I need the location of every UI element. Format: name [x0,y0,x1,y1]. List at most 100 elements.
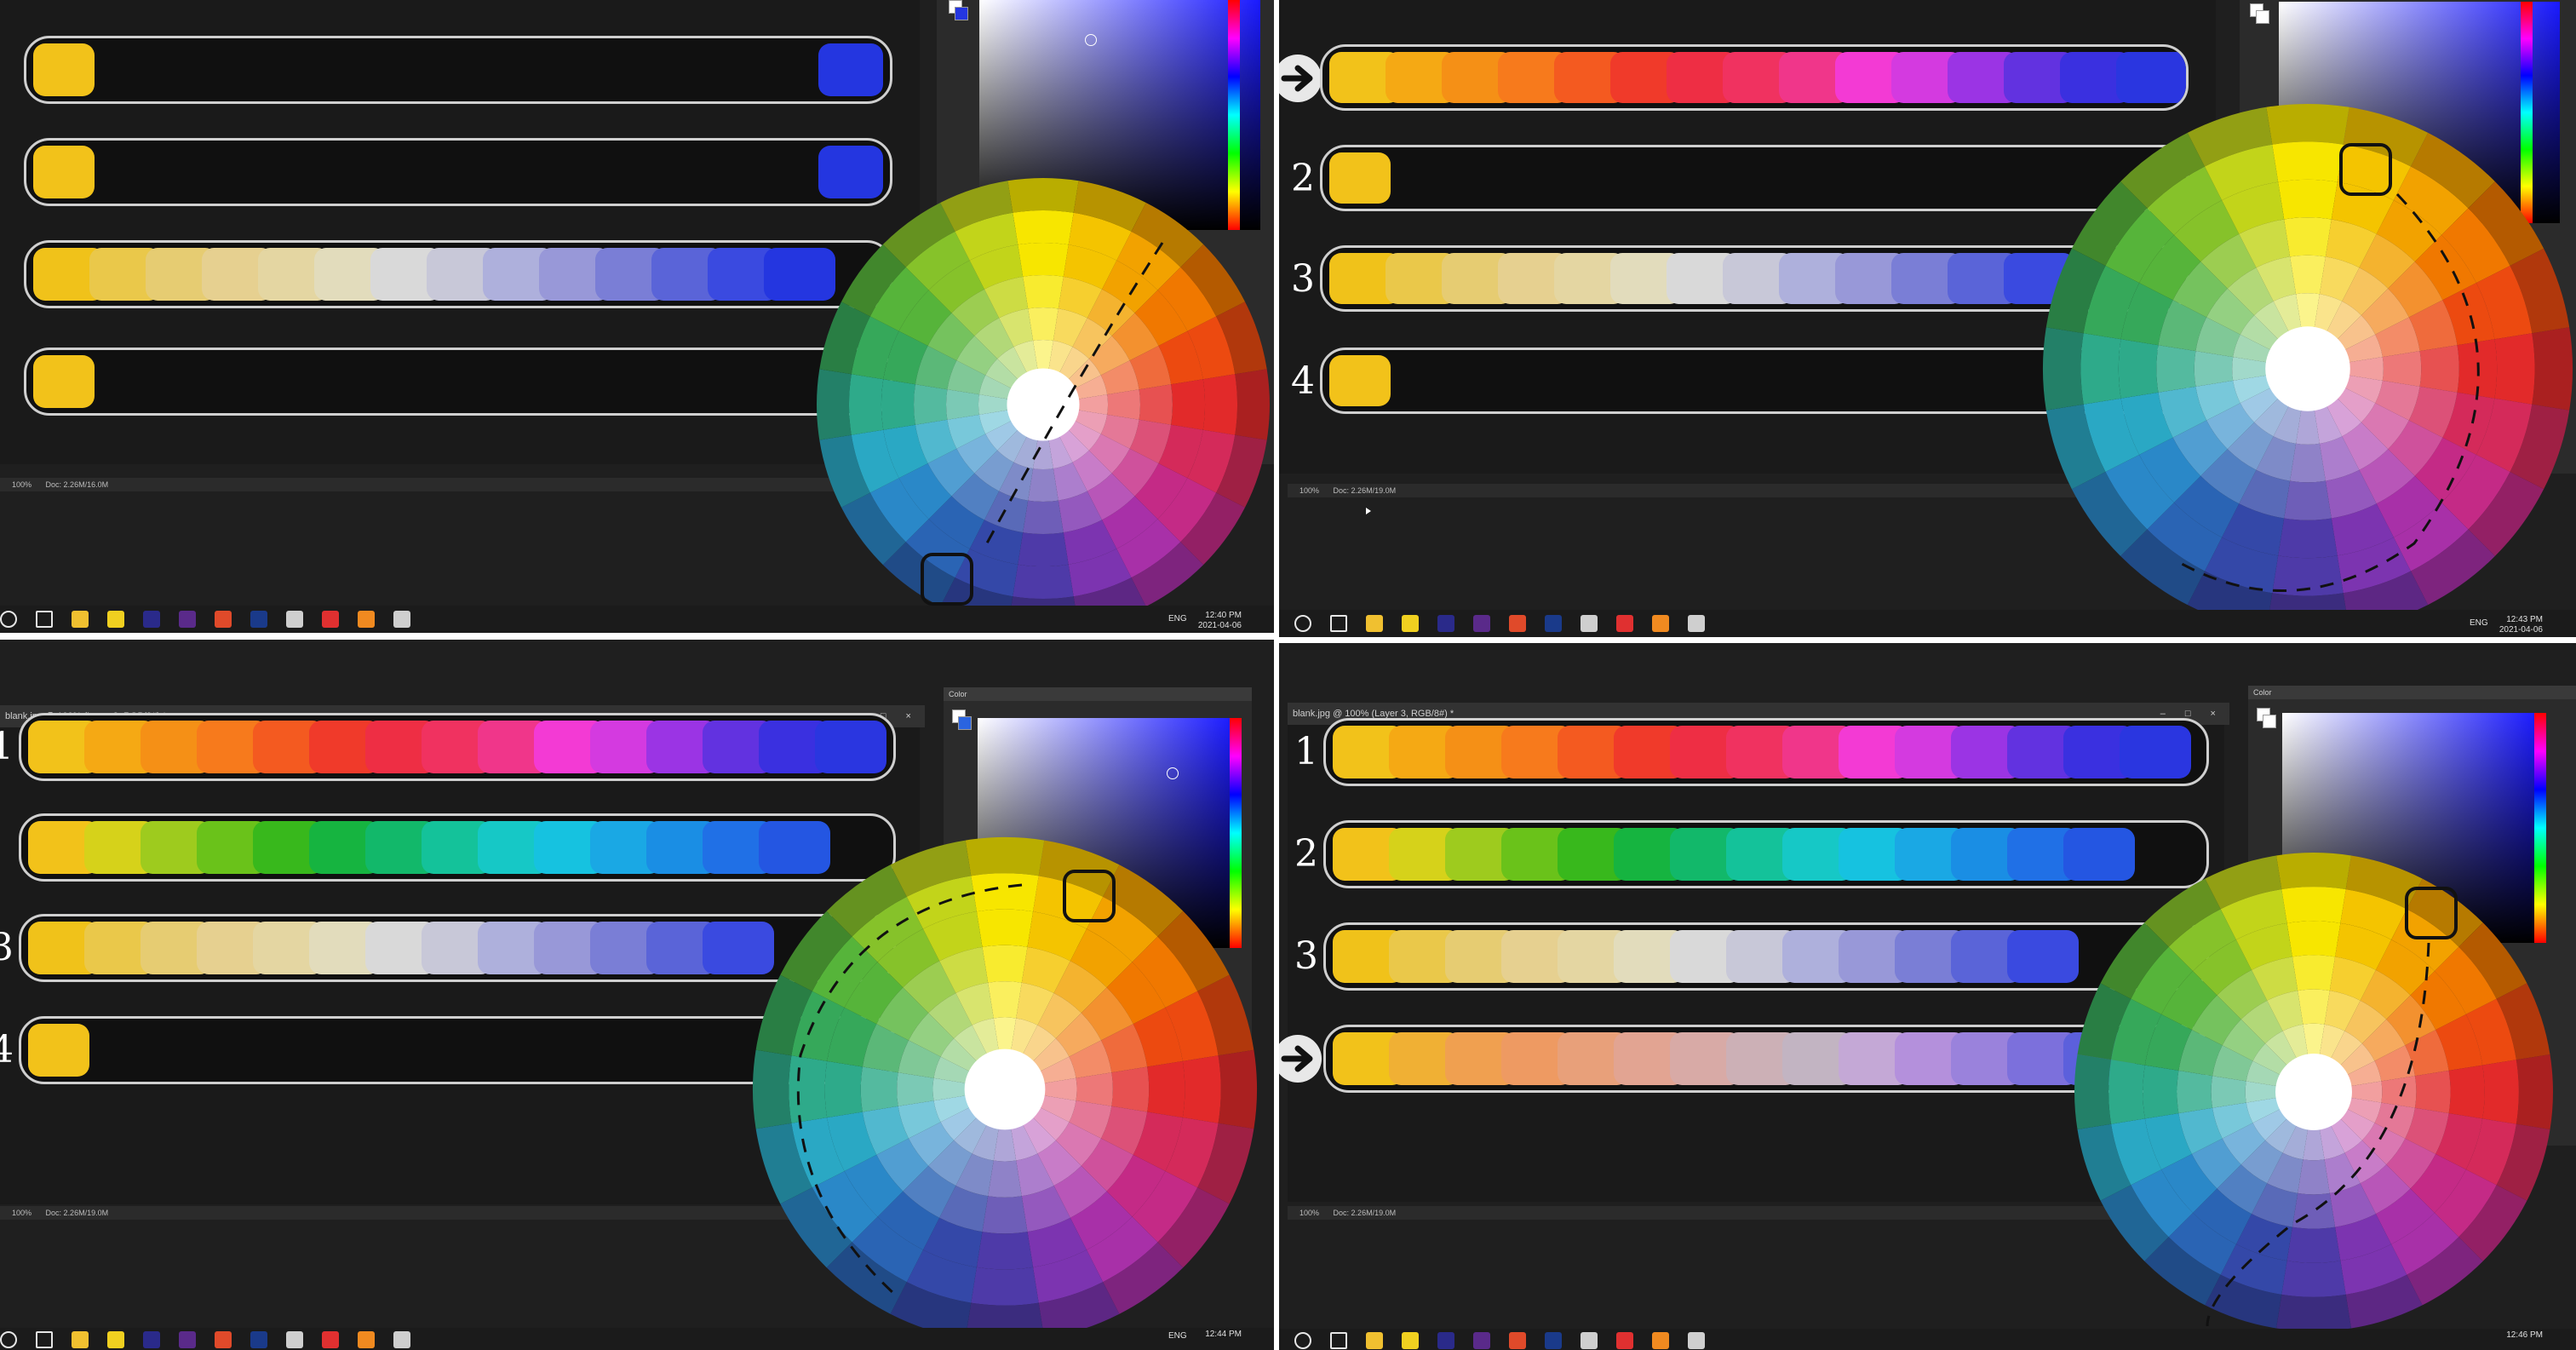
task-view-icon[interactable] [1330,1332,1347,1349]
color-panel-header[interactable]: Color [944,687,1252,701]
paint-stroke-row[interactable] [1323,718,2209,786]
taskbar: ENG 12:43 PM 2021-04-06 [1279,610,2576,637]
file-explorer-icon[interactable] [72,611,89,628]
premiere-icon[interactable] [1473,615,1490,632]
language-indicator[interactable]: ENG [1168,614,1187,623]
search-icon[interactable] [0,1331,17,1348]
doc-size: Doc: 2.26M/19.0M [45,1209,109,1217]
file-explorer-icon[interactable] [1366,1332,1383,1349]
blender-icon[interactable] [1652,1332,1669,1349]
wheel-segment [1147,1060,1185,1118]
chrome-icon[interactable] [1509,615,1526,632]
clock-icon[interactable] [286,1331,303,1348]
premiere-icon[interactable] [179,611,196,628]
wheel-segment [848,374,884,435]
text-tool-icon[interactable] [322,1331,339,1348]
wheel-segment [1139,384,1173,425]
color-picker-handle[interactable] [1085,34,1097,46]
file-explorer-icon[interactable] [72,1331,89,1348]
after-effects-icon[interactable] [1437,1332,1454,1349]
text-tool-icon[interactable] [1616,615,1633,632]
photoshop-icon[interactable] [1545,1332,1562,1349]
search-icon[interactable] [0,611,17,628]
after-effects-icon[interactable] [143,611,160,628]
task-view-icon[interactable] [36,611,53,628]
wheel-segment [2532,327,2573,411]
obs-icon[interactable] [1688,615,1705,632]
wheel-center [964,1048,1046,1130]
obs-icon[interactable] [393,1331,410,1348]
fg-bg-swatch-icon[interactable] [952,709,972,732]
clock-date: 2021-04-06 [2499,625,2543,635]
wheel-segment [2298,1159,2330,1195]
photoshop-icon[interactable] [1545,615,1562,632]
after-effects-icon[interactable] [143,1331,160,1348]
clock-icon[interactable] [286,611,303,628]
search-icon[interactable] [1294,615,1311,632]
row-number-label: 4 [1291,359,1315,403]
taskbar-clock[interactable]: 12:43 PM 2021-04-06 [2495,615,2543,635]
fg-bg-swatch-icon[interactable] [2257,708,2276,730]
paint-stroke-row[interactable] [24,138,892,206]
color-panel-header[interactable]: Color [2248,686,2576,699]
paint-stroke-row[interactable] [24,240,892,308]
premiere-icon[interactable] [179,1331,196,1348]
color-wheel [2074,853,2553,1331]
blender-icon[interactable] [1652,615,1669,632]
wheel-segment [1218,1049,1258,1129]
clock-icon[interactable] [1581,615,1598,632]
chrome-icon[interactable] [215,1331,232,1348]
chrome-icon[interactable] [215,611,232,628]
language-indicator[interactable]: ENG [2470,618,2488,628]
sticky-notes-icon[interactable] [1402,1332,1419,1349]
clock-time: 12:46 PM [2506,1330,2543,1340]
paint-stroke-row[interactable] [24,36,892,104]
wheel-segment [2494,333,2535,405]
photoshop-icon[interactable] [250,611,267,628]
blender-icon[interactable] [358,1331,375,1348]
obs-icon[interactable] [393,611,410,628]
wheel-segment [1235,369,1270,440]
blender-icon[interactable] [358,611,375,628]
wheel-segment [2276,853,2351,890]
arrow-right-icon [1279,55,1322,102]
clock-icon[interactable] [1581,1332,1598,1349]
wheel-segment [946,389,979,420]
text-tool-icon[interactable] [1616,1332,1633,1349]
after-effects-icon[interactable] [1437,615,1454,632]
chrome-icon[interactable] [1509,1332,1526,1349]
taskbar-clock[interactable]: 12:44 PM [1194,1330,1242,1340]
wheel-segment [2516,1054,2553,1129]
screenshot-panel-3: blank.jpg @ 100% (Layer 3, RGB/8#) * – □… [0,640,1274,1350]
paint-stroke-row[interactable] [24,348,892,416]
zoom-level: 100% [12,1209,32,1217]
premiere-icon[interactable] [1473,1332,1490,1349]
paint-swatch [28,1024,89,1077]
photoshop-icon[interactable] [250,1331,267,1348]
paint-swatch [815,721,886,773]
taskbar: ENG 12:44 PM [0,1328,1274,1350]
fg-bg-swatch-icon[interactable] [2250,3,2269,26]
wheel-segment [881,379,915,430]
wheel-segment [824,1060,863,1118]
fg-bg-swatch-icon[interactable] [949,0,968,22]
paint-stroke-row[interactable] [19,713,896,781]
sticky-notes-icon[interactable] [1402,615,1419,632]
sticky-notes-icon[interactable] [107,1331,124,1348]
task-view-icon[interactable] [1330,615,1347,632]
wheel-center [2275,1054,2352,1130]
color-picker-handle[interactable] [1167,767,1179,779]
task-view-icon[interactable] [36,1331,53,1348]
wheel-segment [1107,389,1140,420]
taskbar-clock[interactable]: 12:40 PM 2021-04-06 [1194,611,1242,631]
sticky-notes-icon[interactable] [107,611,124,628]
wheel-segment [2276,1294,2351,1331]
wheel-segment [2278,518,2338,559]
obs-icon[interactable] [1688,1332,1705,1349]
search-icon[interactable] [1294,1332,1311,1349]
taskbar-clock[interactable]: 12:46 PM [2495,1330,2543,1341]
text-tool-icon[interactable] [322,611,339,628]
wheel-segment [2290,255,2326,295]
file-explorer-icon[interactable] [1366,615,1383,632]
language-indicator[interactable]: ENG [1168,1331,1187,1341]
